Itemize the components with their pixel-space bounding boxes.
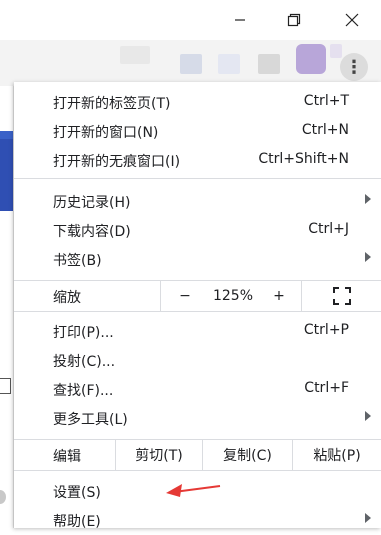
blurred-extension-icon[interactable]	[180, 54, 202, 74]
copy-button[interactable]: 复制(C)	[203, 440, 292, 470]
menu-separator	[14, 470, 381, 471]
chrome-menu-button[interactable]: ⋮	[340, 53, 368, 81]
page-content-edge	[0, 86, 14, 528]
menu-item-new-window[interactable]: 打开新的窗口(N) Ctrl+N	[14, 117, 381, 146]
page-blue-strip	[0, 131, 13, 139]
page-circle-fragment	[0, 490, 6, 504]
browser-toolbar	[0, 40, 381, 86]
menu-separator	[14, 178, 381, 179]
page-blue-block	[0, 139, 13, 211]
submenu-arrow-icon	[365, 194, 371, 204]
red-annotation-arrow	[166, 484, 221, 497]
menu-item-history[interactable]: 历史记录(H)	[14, 187, 381, 216]
restore-icon	[287, 13, 301, 27]
menu-separator	[14, 311, 381, 312]
zoom-in-button[interactable]: +	[257, 281, 301, 311]
submenu-arrow-icon	[365, 411, 371, 421]
title-bar	[0, 0, 381, 40]
profile-avatar[interactable]	[296, 44, 326, 74]
menu-item-new-tab[interactable]: 打开新的标签页(T) Ctrl+T	[14, 88, 381, 117]
menu-item-new-incognito[interactable]: 打开新的无痕窗口(I) Ctrl+Shift+N	[14, 146, 381, 175]
submenu-arrow-icon	[365, 513, 371, 523]
minimize-button[interactable]	[216, 0, 264, 40]
chrome-main-menu: 打开新的标签页(T) Ctrl+T 打开新的窗口(N) Ctrl+N 打开新的无…	[14, 82, 381, 530]
more-vert-icon: ⋮	[345, 56, 363, 78]
menu-item-more-tools[interactable]: 更多工具(L)	[14, 404, 381, 433]
menu-item-bookmarks[interactable]: 书签(B)	[14, 245, 381, 274]
restore-button[interactable]	[270, 0, 318, 40]
menu-item-downloads[interactable]: 下载内容(D) Ctrl+J	[14, 216, 381, 245]
menu-item-help[interactable]: 帮助(E)	[14, 506, 381, 535]
zoom-level: 125%	[212, 288, 254, 304]
menu-item-print[interactable]: 打印(P)... Ctrl+P	[14, 317, 381, 346]
menu-item-find[interactable]: 查找(F)... Ctrl+F	[14, 375, 381, 404]
zoom-divider	[301, 281, 302, 311]
close-icon	[345, 13, 359, 27]
blurred-extension-icon[interactable]	[218, 54, 240, 74]
paste-button[interactable]: 粘贴(P)	[293, 440, 381, 470]
fullscreen-button[interactable]	[319, 281, 365, 311]
zoom-row: 缩放 − 125% +	[14, 281, 381, 311]
blurred-extension-icon[interactable]	[120, 46, 150, 64]
zoom-out-button[interactable]: −	[161, 281, 209, 311]
blurred-extension-icon[interactable]	[258, 54, 280, 74]
open-external-icon	[0, 378, 11, 394]
zoom-label: 缩放	[53, 290, 81, 306]
close-button[interactable]	[328, 0, 376, 40]
menu-item-cast[interactable]: 投射(C)...	[14, 346, 381, 375]
edit-row: 编辑 剪切(T) 复制(C) 粘贴(P)	[14, 440, 381, 470]
fullscreen-icon	[333, 287, 351, 305]
cut-button[interactable]: 剪切(T)	[116, 440, 202, 470]
minimize-icon	[235, 19, 245, 21]
blurred-region	[330, 44, 342, 58]
submenu-arrow-icon	[365, 252, 371, 262]
edit-label: 编辑	[53, 449, 81, 465]
